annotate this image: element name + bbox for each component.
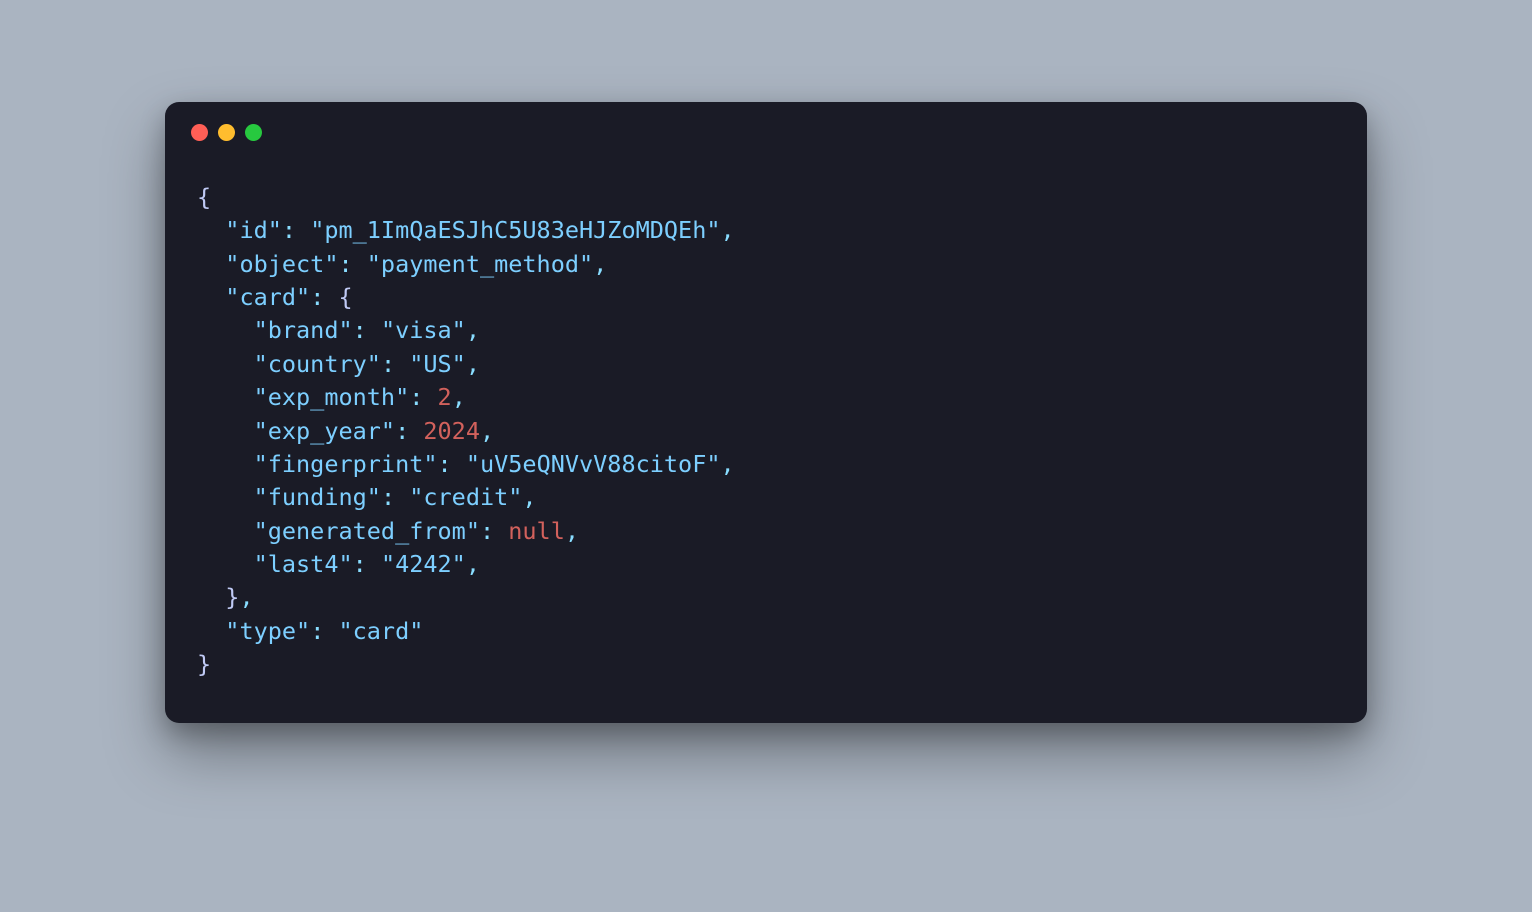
comma: , — [721, 216, 735, 244]
json-key-exp-month: "exp_month" — [254, 383, 410, 411]
colon: : — [310, 617, 338, 645]
brace-close: } — [197, 650, 211, 678]
colon: : — [338, 250, 366, 278]
json-key-last4: "last4" — [254, 550, 353, 578]
comma: , — [593, 250, 607, 278]
maximize-icon[interactable] — [245, 124, 262, 141]
indent — [197, 417, 254, 445]
colon: : — [282, 216, 310, 244]
json-value-type: "card" — [338, 617, 423, 645]
comma: , — [466, 350, 480, 378]
json-value-exp-month: 2 — [438, 383, 452, 411]
brace-open: { — [338, 283, 352, 311]
comma: , — [466, 550, 480, 578]
indent — [197, 550, 254, 578]
json-key-brand: "brand" — [254, 316, 353, 344]
json-key-funding: "funding" — [254, 483, 381, 511]
json-key-exp-year: "exp_year" — [254, 417, 395, 445]
indent — [197, 350, 254, 378]
indent — [197, 517, 254, 545]
colon: : — [353, 316, 381, 344]
minimize-icon[interactable] — [218, 124, 235, 141]
json-value-last4: "4242" — [381, 550, 466, 578]
json-key-id: "id" — [225, 216, 282, 244]
indent — [197, 250, 225, 278]
colon: : — [480, 517, 508, 545]
json-value-country: "US" — [409, 350, 466, 378]
colon: : — [395, 417, 423, 445]
json-value-brand: "visa" — [381, 316, 466, 344]
indent — [197, 483, 254, 511]
colon: : — [381, 483, 409, 511]
comma: , — [452, 383, 466, 411]
json-value-generated-from: null — [508, 517, 565, 545]
json-key-object: "object" — [225, 250, 338, 278]
json-key-type: "type" — [225, 617, 310, 645]
json-value-fingerprint: "uV5eQNVvV88citoF" — [466, 450, 721, 478]
json-key-country: "country" — [254, 350, 381, 378]
colon: : — [310, 283, 338, 311]
indent — [197, 383, 254, 411]
comma: , — [466, 316, 480, 344]
colon: : — [381, 350, 409, 378]
window-titlebar — [165, 102, 1367, 147]
indent — [197, 583, 225, 611]
indent — [197, 283, 225, 311]
indent — [197, 617, 225, 645]
brace-close: } — [225, 583, 239, 611]
comma: , — [721, 450, 735, 478]
indent — [197, 316, 254, 344]
comma: , — [565, 517, 579, 545]
comma: , — [522, 483, 536, 511]
json-value-id: "pm_1ImQaESJhC5U83eHJZoMDQEh" — [310, 216, 720, 244]
comma: , — [480, 417, 494, 445]
close-icon[interactable] — [191, 124, 208, 141]
indent — [197, 450, 254, 478]
json-key-card: "card" — [225, 283, 310, 311]
json-value-funding: "credit" — [409, 483, 522, 511]
comma: , — [239, 583, 253, 611]
colon: : — [353, 550, 381, 578]
code-window: { "id": "pm_1ImQaESJhC5U83eHJZoMDQEh", "… — [165, 102, 1367, 723]
json-value-exp-year: 2024 — [423, 417, 480, 445]
brace-open: { — [197, 183, 211, 211]
json-key-fingerprint: "fingerprint" — [254, 450, 438, 478]
json-key-generated-from: "generated_from" — [254, 517, 480, 545]
indent — [197, 216, 225, 244]
code-content: { "id": "pm_1ImQaESJhC5U83eHJZoMDQEh", "… — [165, 147, 1367, 723]
colon: : — [409, 383, 437, 411]
json-value-object: "payment_method" — [367, 250, 593, 278]
colon: : — [438, 450, 466, 478]
